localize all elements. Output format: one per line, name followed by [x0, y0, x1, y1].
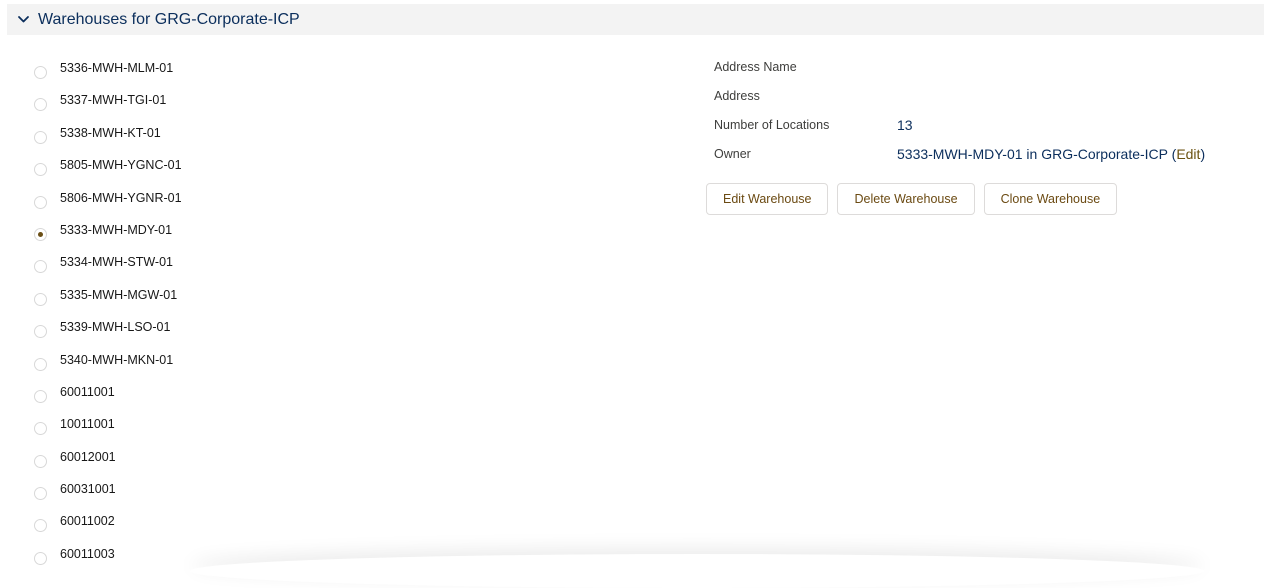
- section-title: Warehouses for GRG-Corporate-ICP: [38, 10, 300, 28]
- radio-button[interactable]: [34, 389, 47, 403]
- warehouse-label: 60011002: [60, 514, 115, 529]
- warehouse-radio-item[interactable]: 10011001: [34, 415, 182, 447]
- warehouse-radio-item[interactable]: 60011002: [34, 512, 182, 544]
- locations-row: Number of Locations 13: [714, 110, 1205, 139]
- radio-button[interactable]: [34, 292, 47, 306]
- address-name-row: Address Name: [714, 52, 1205, 81]
- warehouse-label: 5337-MWH-TGI-01: [60, 93, 167, 108]
- warehouse-label: 60012001: [60, 449, 116, 464]
- owner-edit-close: ): [1200, 145, 1206, 162]
- warehouse-radio-item[interactable]: 5340-MWH-MKN-01: [34, 351, 182, 383]
- address-label: Address: [714, 88, 760, 103]
- warehouse-label: 10011001: [60, 417, 115, 432]
- radio-button[interactable]: [34, 519, 47, 533]
- owner-label: Owner: [714, 146, 751, 161]
- warehouse-label: 5334-MWH-STW-01: [60, 255, 173, 270]
- radio-button[interactable]: [34, 227, 47, 241]
- warehouse-radio-item[interactable]: 60012001: [34, 448, 182, 480]
- warehouse-label: 60031001: [60, 482, 116, 497]
- warehouse-radio-list: 5336-MWH-MLM-01 5337-MWH-TGI-01 5338-MWH-K…: [34, 59, 182, 577]
- radio-button[interactable]: [34, 260, 47, 274]
- chevron-down-icon[interactable]: [17, 13, 31, 27]
- warehouse-radio-item[interactable]: 5336-MWH-MLM-01: [34, 59, 182, 91]
- address-row: Address: [714, 81, 1205, 110]
- section-header[interactable]: Warehouses for GRG-Corporate-ICP: [7, 4, 1264, 35]
- action-buttons: Edit Warehouse Delete Warehouse Clone Wa…: [706, 183, 1118, 215]
- warehouse-radio-item[interactable]: 5333-MWH-MDY-01: [34, 221, 182, 253]
- warehouse-radio-item[interactable]: 5334-MWH-STW-01: [34, 253, 182, 285]
- locations-value: 13: [897, 116, 913, 133]
- warehouse-radio-item[interactable]: 5335-MWH-MGW-01: [34, 286, 182, 318]
- warehouse-label: 5338-MWH-KT-01: [60, 125, 161, 140]
- warehouse-label: 5805-MWH-YGNC-01: [60, 158, 182, 173]
- owner-link[interactable]: 5333-MWH-MDY-01 in GRG-Corporate-ICP: [897, 146, 1168, 162]
- clone-warehouse-button[interactable]: Clone Warehouse: [983, 183, 1118, 215]
- radio-button[interactable]: [34, 422, 47, 436]
- warehouse-details: Address Name Address Number of Locations…: [714, 52, 1205, 168]
- warehouse-radio-item[interactable]: 5338-MWH-KT-01: [34, 124, 182, 156]
- radio-button[interactable]: [34, 487, 47, 501]
- owner-value-container: 5333-MWH-MDY-01 in GRG-Corporate-ICP (Ed…: [897, 146, 1205, 162]
- radio-button[interactable]: [34, 66, 47, 79]
- warehouse-radio-item[interactable]: 60011001: [34, 383, 182, 415]
- warehouse-label: 5339-MWH-LSO-01: [60, 320, 171, 335]
- radio-button[interactable]: [34, 551, 47, 565]
- warehouse-label: 5806-MWH-YGNR-01: [60, 190, 182, 205]
- radio-button[interactable]: [34, 130, 47, 144]
- warehouse-label: 5340-MWH-MKN-01: [60, 352, 174, 367]
- radio-button[interactable]: [34, 357, 47, 371]
- warehouse-radio-item[interactable]: 60031001: [34, 480, 182, 512]
- warehouse-label: 60011003: [60, 546, 115, 561]
- owner-edit-link[interactable]: Edit: [1176, 146, 1200, 162]
- locations-label: Number of Locations: [714, 117, 830, 132]
- warehouse-label: 60011001: [60, 384, 115, 399]
- radio-button[interactable]: [34, 454, 47, 468]
- delete-warehouse-button[interactable]: Delete Warehouse: [837, 183, 975, 215]
- warehouse-label: 5335-MWH-MGW-01: [60, 287, 178, 302]
- warehouse-label: 5333-MWH-MDY-01: [60, 222, 173, 237]
- warehouse-radio-item[interactable]: 5337-MWH-TGI-01: [34, 91, 182, 123]
- warehouse-radio-item[interactable]: 60011003: [34, 545, 182, 577]
- warehouse-label: 5336-MWH-MLM-01: [60, 61, 174, 75]
- owner-row: Owner 5333-MWH-MDY-01 in GRG-Corporate-I…: [714, 139, 1205, 168]
- radio-button[interactable]: [34, 98, 47, 112]
- radio-button[interactable]: [34, 163, 47, 177]
- warehouse-radio-item[interactable]: 5805-MWH-YGNC-01: [34, 156, 182, 188]
- warehouse-radio-item[interactable]: 5806-MWH-YGNR-01: [34, 189, 182, 221]
- edit-warehouse-button[interactable]: Edit Warehouse: [706, 183, 829, 215]
- radio-button[interactable]: [34, 325, 47, 339]
- warehouse-radio-item[interactable]: 5339-MWH-LSO-01: [34, 318, 182, 350]
- address-name-label: Address Name: [714, 59, 797, 74]
- radio-button[interactable]: [34, 195, 47, 209]
- floating-panel-shadow: [190, 554, 1204, 588]
